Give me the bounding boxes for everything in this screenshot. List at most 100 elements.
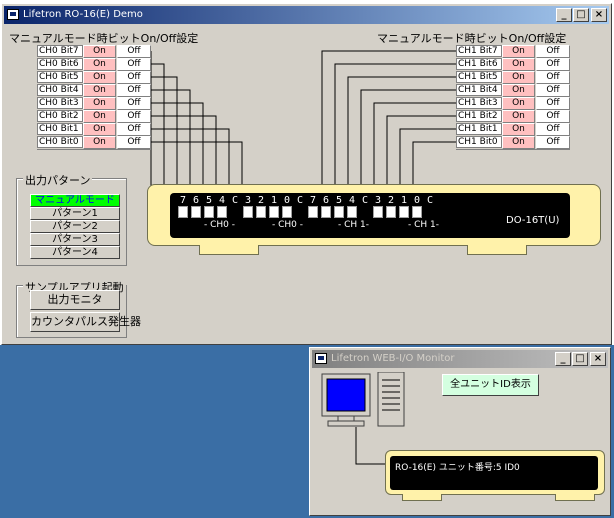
- device-bit-digit: 6: [193, 195, 200, 206]
- device-bit-led: [282, 206, 292, 218]
- ch0-bit-name: CH0 Bit5: [37, 71, 83, 83]
- ch1-bit-row: CH1 Bit4 On Off: [456, 84, 570, 97]
- device-bit-digit: 0: [414, 195, 421, 206]
- ch1-bit-off-button[interactable]: Off: [536, 123, 570, 136]
- device-display-panel: DO-16T(U) 7654C3210C7654C3210C- CH0 -- C…: [170, 193, 570, 238]
- device-bit-digit: C: [427, 195, 434, 206]
- ch0-bit-on-button[interactable]: On: [83, 136, 116, 149]
- ch1-bit-name: CH1 Bit4: [456, 84, 502, 96]
- ch1-bit-on-button[interactable]: On: [502, 45, 535, 58]
- ch1-bit-on-button[interactable]: On: [502, 58, 535, 71]
- ro16e-display-panel: RO-16(E) ユニット番号:5 ID0: [390, 456, 598, 490]
- device-channel-label: - CH 1-: [408, 220, 439, 230]
- device-bit-digit: 5: [336, 195, 343, 206]
- ch0-bit-name: CH0 Bit2: [37, 110, 83, 122]
- pattern-button-2[interactable]: パターン2: [30, 220, 120, 233]
- monitor-close-button[interactable]: ×: [590, 352, 606, 366]
- ch1-bit-on-button[interactable]: On: [502, 71, 535, 84]
- ch0-bit-name: CH0 Bit1: [37, 123, 83, 135]
- ch1-bit-name: CH1 Bit1: [456, 123, 502, 135]
- ch1-bit-row: CH1 Bit5 On Off: [456, 71, 570, 84]
- device-bit-led: [386, 206, 396, 218]
- pattern-button-3[interactable]: パターン3: [30, 233, 120, 246]
- ch1-bit-off-button[interactable]: Off: [536, 136, 570, 149]
- ch0-bit-row: CH0 Bit6 On Off: [37, 58, 151, 71]
- device-bit-led: [399, 206, 409, 218]
- counter-pulse-button[interactable]: カウンタパルス発生器: [30, 312, 141, 332]
- device-bit-digit: 3: [245, 195, 252, 206]
- ch1-bit-row: CH1 Bit6 On Off: [456, 58, 570, 71]
- ch0-bit-on-button[interactable]: On: [83, 110, 116, 123]
- device-bit-led: [243, 206, 253, 218]
- ch1-bit-off-button[interactable]: Off: [536, 71, 570, 84]
- ch1-bit-off-button[interactable]: Off: [536, 97, 570, 110]
- pattern-button-1[interactable]: パターン1: [30, 207, 120, 220]
- device-bit-led: [412, 206, 422, 218]
- monitor-titlebar[interactable]: Lifetron WEB-I/O Monitor _ □ ×: [312, 350, 608, 368]
- device-bit-digit: C: [362, 195, 369, 206]
- wire-line: [321, 50, 456, 197]
- device-bit-led: [308, 206, 318, 218]
- device-bit-led: [373, 206, 383, 218]
- device-bit-digit: 4: [349, 195, 356, 206]
- ch0-bit-off-button[interactable]: Off: [117, 71, 151, 84]
- device-bit-led: [217, 206, 227, 218]
- ch1-bit-row: CH1 Bit1 On Off: [456, 123, 570, 136]
- ch1-bit-off-button[interactable]: Off: [536, 84, 570, 97]
- ch0-bit-row: CH0 Bit4 On Off: [37, 84, 151, 97]
- device-bit-digit: C: [297, 195, 304, 206]
- ch0-bit-off-button[interactable]: Off: [117, 97, 151, 110]
- wire-line: [151, 63, 165, 197]
- device-bit-led: [204, 206, 214, 218]
- device-bit-digit: 7: [310, 195, 317, 206]
- output-monitor-button[interactable]: 出力モニタ: [30, 290, 120, 310]
- device-foot-left: [199, 245, 259, 255]
- device-bit-digit: 7: [180, 195, 187, 206]
- pattern-button-4[interactable]: パターン4: [30, 246, 120, 259]
- device-channel-label: - CH 1-: [338, 220, 369, 230]
- ch0-bit-off-button[interactable]: Off: [117, 110, 151, 123]
- device-bit-led: [256, 206, 266, 218]
- ch0-bit-name: CH0 Bit4: [37, 84, 83, 96]
- ch0-bit-on-button[interactable]: On: [83, 45, 116, 58]
- ch0-bit-on-button[interactable]: On: [83, 123, 116, 136]
- device-bit-digit: 5: [206, 195, 213, 206]
- show-all-unit-id-button[interactable]: 全ユニットID表示: [442, 374, 539, 396]
- ch0-bit-on-button[interactable]: On: [83, 84, 116, 97]
- monitor-app-icon: [315, 353, 327, 364]
- ch0-bit-on-button[interactable]: On: [83, 71, 116, 84]
- ch1-bit-row: CH1 Bit7 On Off: [456, 45, 570, 58]
- ch0-bit-off-button[interactable]: Off: [117, 84, 151, 97]
- ch1-bit-off-button[interactable]: Off: [536, 110, 570, 123]
- device-bit-led: [334, 206, 344, 218]
- ch0-bit-off-button[interactable]: Off: [117, 45, 151, 58]
- ch0-bit-name: CH0 Bit0: [37, 136, 83, 148]
- monitor-minimize-button[interactable]: _: [555, 352, 571, 366]
- ch1-bit-name: CH1 Bit7: [456, 45, 502, 57]
- device-bit-digit: 1: [271, 195, 278, 206]
- ch1-bit-on-button[interactable]: On: [502, 110, 535, 123]
- ch1-bit-on-button[interactable]: On: [502, 97, 535, 110]
- manual-mode-button[interactable]: マニュアルモード: [30, 194, 120, 207]
- monitor-maximize-button[interactable]: □: [572, 352, 588, 366]
- device-foot-right: [467, 245, 527, 255]
- ch1-bit-off-button[interactable]: Off: [536, 45, 570, 58]
- ch0-bit-on-button[interactable]: On: [83, 97, 116, 110]
- ch0-bit-off-button[interactable]: Off: [117, 136, 151, 149]
- ch0-bit-name: CH0 Bit3: [37, 97, 83, 109]
- ch1-bit-on-button[interactable]: On: [502, 123, 535, 136]
- ch1-bit-panel: CH1 Bit7 On Off CH1 Bit6 On Off CH1 Bit5 On Off C…: [456, 45, 570, 150]
- device-bit-digit: 2: [388, 195, 395, 206]
- device-bit-digit: 4: [219, 195, 226, 206]
- ch0-bit-row: CH0 Bit3 On Off: [37, 97, 151, 110]
- ro16e-device: RO-16(E) ユニット番号:5 ID0: [385, 450, 605, 495]
- ch0-bit-panel: CH0 Bit7 On Off CH0 Bit6 On Off CH0 Bit5 On Off C…: [37, 45, 151, 150]
- ch0-bit-off-button[interactable]: Off: [117, 58, 151, 71]
- ch1-bit-on-button[interactable]: On: [502, 84, 535, 97]
- ch1-bit-off-button[interactable]: Off: [536, 58, 570, 71]
- device-bit-led: [321, 206, 331, 218]
- ch1-bit-on-button[interactable]: On: [502, 136, 535, 149]
- ch0-bit-off-button[interactable]: Off: [117, 123, 151, 136]
- wire-line: [360, 89, 456, 197]
- ch0-bit-on-button[interactable]: On: [83, 58, 116, 71]
